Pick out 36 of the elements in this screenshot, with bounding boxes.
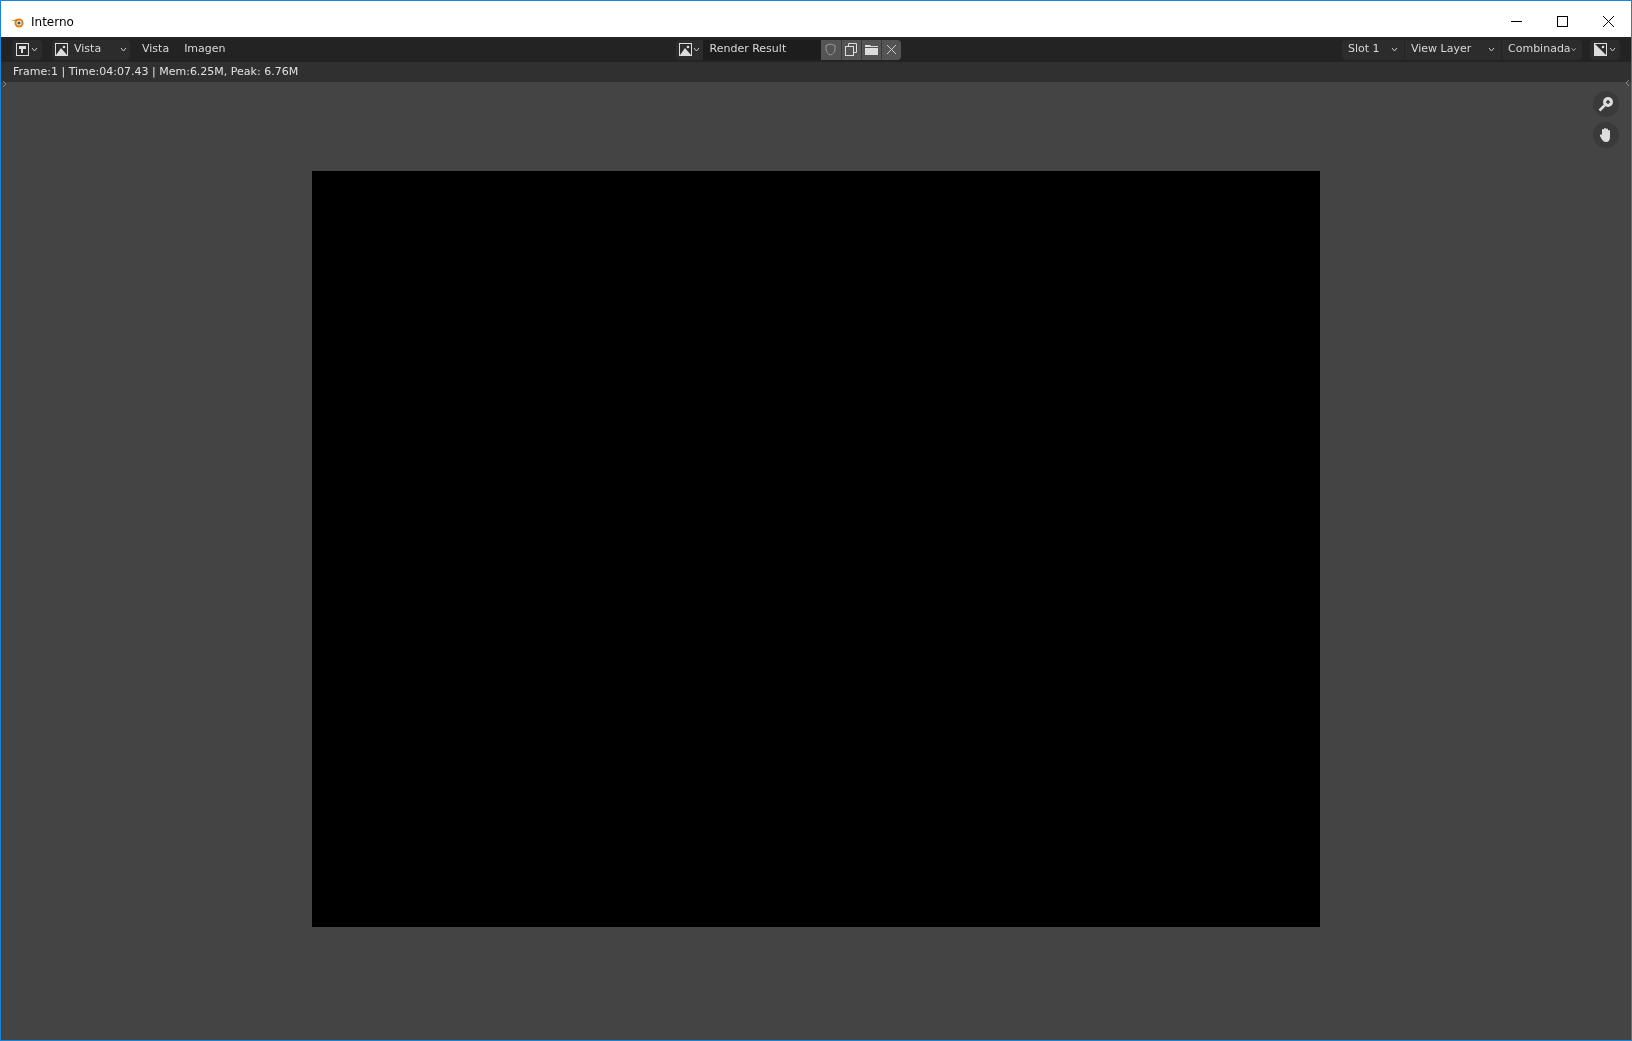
folder-icon bbox=[864, 44, 878, 55]
image-icon bbox=[55, 43, 68, 56]
image-editor-icon bbox=[16, 43, 29, 56]
display-channels-button[interactable] bbox=[1590, 39, 1620, 60]
caret-icon bbox=[120, 47, 127, 52]
caret-icon bbox=[1570, 47, 1576, 52]
image-icon bbox=[678, 43, 692, 56]
duplicate-icon bbox=[845, 43, 858, 56]
pass-dropdown[interactable]: Combinada bbox=[1502, 39, 1582, 60]
caret-icon bbox=[1609, 47, 1616, 52]
view-dropdown[interactable]: Vista bbox=[52, 39, 130, 60]
pan-button[interactable] bbox=[1593, 122, 1619, 148]
zoom-icon bbox=[1598, 96, 1614, 112]
image-icon bbox=[1594, 43, 1607, 56]
open-image-button[interactable] bbox=[860, 39, 881, 60]
minimize-icon bbox=[1510, 21, 1522, 22]
menu-item[interactable]: Vista bbox=[142, 39, 170, 60]
caret-icon bbox=[1391, 47, 1398, 52]
shield-icon bbox=[825, 43, 837, 56]
menu-item[interactable]: Imagen bbox=[184, 39, 226, 60]
new-image-button[interactable] bbox=[840, 39, 861, 60]
unlink-button[interactable] bbox=[880, 39, 901, 60]
caret-icon bbox=[1488, 47, 1495, 52]
editor-type-button[interactable] bbox=[12, 39, 42, 60]
caret-icon bbox=[692, 47, 700, 52]
window-title: Interno bbox=[31, 13, 74, 31]
fake-user-button[interactable] bbox=[820, 39, 841, 60]
view-layer-dropdown[interactable]: View Layer bbox=[1405, 39, 1501, 60]
close-icon bbox=[1602, 16, 1614, 27]
caret-icon bbox=[31, 47, 38, 52]
zoom-button[interactable] bbox=[1593, 91, 1619, 117]
close-icon bbox=[886, 45, 896, 54]
render-info-text: Frame:1 | Time:04:07.43 | Mem:6.25M, Peak: 6.76M bbox=[13, 63, 299, 80]
image-name-field[interactable]: Render Result bbox=[702, 39, 821, 60]
slot-dropdown[interactable]: Slot 1 bbox=[1342, 39, 1404, 60]
maximize-icon bbox=[1556, 16, 1568, 27]
